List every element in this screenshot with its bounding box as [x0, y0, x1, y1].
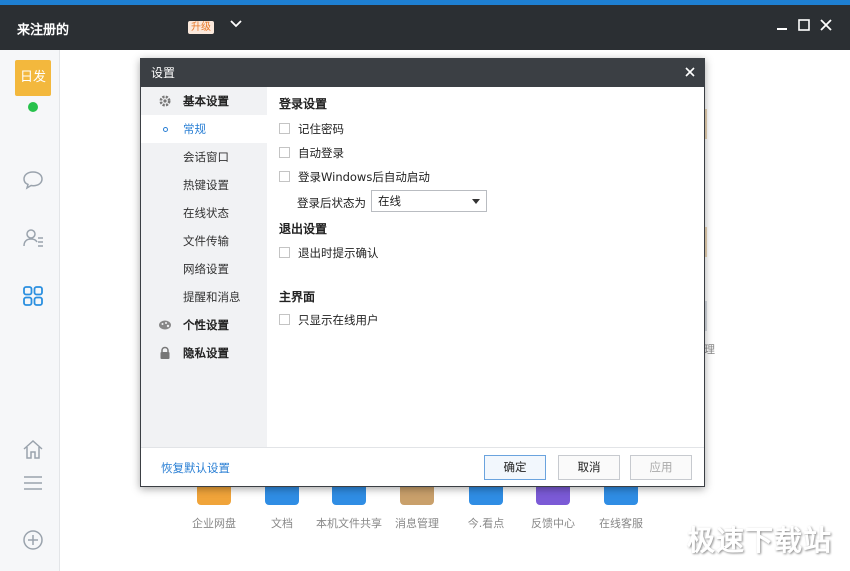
nav-item-general[interactable]: 常规 [141, 115, 267, 143]
menu-icon[interactable] [21, 471, 45, 495]
auto-login-checkbox[interactable] [279, 147, 290, 158]
contacts-icon[interactable] [21, 226, 45, 250]
app-shortcut[interactable]: 本机文件共享 [314, 483, 384, 531]
ok-button[interactable]: 确定 [484, 455, 546, 480]
auto-login-option[interactable]: 自动登录 [279, 145, 344, 161]
main-ui-section-title: 主界面 [279, 290, 316, 304]
checkbox-label: 记住密码 [298, 122, 344, 136]
logout-confirm-option[interactable]: 退出时提示确认 [279, 245, 379, 261]
app-shortcut[interactable]: 文档 [265, 483, 299, 531]
logout-confirm-checkbox[interactable] [279, 247, 290, 258]
palette-icon [159, 320, 171, 330]
maximize-icon[interactable] [796, 17, 812, 33]
add-icon[interactable] [21, 528, 45, 552]
dropdown-arrow-icon [472, 199, 480, 204]
nav-item-file-transfer[interactable]: 文件传输 [141, 227, 267, 255]
settings-dialog: 设置 基本设置 常规 会话窗口 热键设置 在线状态 文件传输 网络设置 提醒和消… [140, 58, 705, 487]
checkbox-label: 自动登录 [298, 146, 344, 160]
nav-label: 隐私设置 [183, 346, 229, 360]
app-shortcuts: 企业网盘 文档 本机文件共享 消息管理 今.看点 反馈中心 在线客服 [180, 483, 660, 533]
nav-basic-settings[interactable]: 基本设置 [141, 87, 267, 115]
app-label: 文档 [271, 517, 293, 530]
cancel-button[interactable]: 取消 [558, 455, 620, 480]
app-shortcut[interactable]: 在线客服 [596, 483, 646, 531]
status-label: 登录后状态为 [297, 196, 366, 210]
app-label: 消息管理 [395, 517, 439, 530]
avatar[interactable]: 日发 [15, 60, 51, 96]
checkbox-label: 只显示在线用户 [298, 313, 379, 327]
checkbox-label: 登录Windows后自动启动 [298, 170, 430, 184]
nav-privacy-settings[interactable]: 隐私设置 [141, 339, 267, 367]
app-shortcut[interactable]: 今.看点 [464, 483, 508, 531]
chat-icon[interactable] [21, 168, 45, 192]
close-icon[interactable] [818, 17, 834, 33]
autostart-checkbox[interactable] [279, 171, 290, 182]
login-status-select[interactable]: 在线 [371, 190, 487, 212]
dialog-footer: 恢复默认设置 确定 取消 应用 [141, 447, 704, 486]
app-label: 企业网盘 [192, 517, 236, 530]
settings-nav: 基本设置 常规 会话窗口 热键设置 在线状态 文件传输 网络设置 提醒和消息 个… [141, 87, 267, 447]
nav-label: 网络设置 [183, 262, 229, 276]
settings-content: 登录设置 记住密码 自动登录 登录Windows后自动启动 登录后状态为 在线 … [267, 87, 704, 447]
upgrade-badge[interactable]: 升级 [188, 21, 214, 34]
app-shortcut[interactable]: 企业网盘 [188, 483, 240, 531]
background-partial-text: 理 [704, 343, 715, 356]
autostart-option[interactable]: 登录Windows后自动启动 [279, 169, 430, 185]
app-label: 今.看点 [467, 517, 505, 530]
nav-label: 热键设置 [183, 178, 229, 192]
dialog-title: 设置 [151, 66, 176, 80]
lock-icon [160, 346, 170, 359]
nav-personal-settings[interactable]: 个性设置 [141, 311, 267, 339]
checkbox-label: 退出时提示确认 [298, 246, 379, 260]
nav-item-hotkeys[interactable]: 热键设置 [141, 171, 267, 199]
app-label: 在线客服 [599, 517, 643, 530]
nav-item-online-status[interactable]: 在线状态 [141, 199, 267, 227]
nav-item-chat-window[interactable]: 会话窗口 [141, 143, 267, 171]
chevron-down-icon[interactable] [228, 15, 244, 31]
apps-icon[interactable] [21, 284, 45, 308]
online-only-checkbox[interactable] [279, 314, 290, 325]
app-label: 本机文件共享 [316, 517, 382, 530]
nav-label: 文件传输 [183, 234, 229, 248]
online-status-dot [28, 102, 38, 112]
app-shortcut[interactable]: 反馈中心 [528, 483, 578, 531]
nav-label: 提醒和消息 [183, 290, 241, 304]
selected-indicator [163, 127, 168, 132]
nav-label: 个性设置 [183, 318, 229, 332]
remember-password-option[interactable]: 记住密码 [279, 121, 344, 137]
login-section-title: 登录设置 [279, 97, 328, 111]
online-only-option[interactable]: 只显示在线用户 [279, 312, 379, 328]
watermark: 极速下载站 [686, 524, 832, 557]
apply-button[interactable]: 应用 [630, 455, 692, 480]
app-label: 反馈中心 [531, 517, 575, 530]
app-name: 来注册的 [17, 23, 70, 38]
logout-section-title: 退出设置 [279, 222, 328, 236]
app-shortcut[interactable]: 消息管理 [392, 483, 442, 531]
nav-item-network[interactable]: 网络设置 [141, 255, 267, 283]
left-sidebar: 日发 [0, 50, 60, 571]
title-bar: 来注册的 升级 [0, 5, 850, 50]
dialog-title-bar: 设置 [141, 59, 704, 87]
nav-label: 基本设置 [183, 94, 229, 108]
restore-defaults-link[interactable]: 恢复默认设置 [161, 460, 230, 476]
select-value: 在线 [378, 194, 401, 208]
remember-password-checkbox[interactable] [279, 123, 290, 134]
nav-item-reminders[interactable]: 提醒和消息 [141, 283, 267, 311]
home-icon[interactable] [21, 438, 45, 462]
nav-label: 会话窗口 [183, 150, 229, 164]
gear-icon [159, 95, 171, 107]
nav-label: 常规 [183, 122, 206, 136]
nav-label: 在线状态 [183, 206, 229, 220]
close-icon[interactable] [684, 66, 696, 78]
minimize-icon[interactable] [774, 17, 790, 33]
